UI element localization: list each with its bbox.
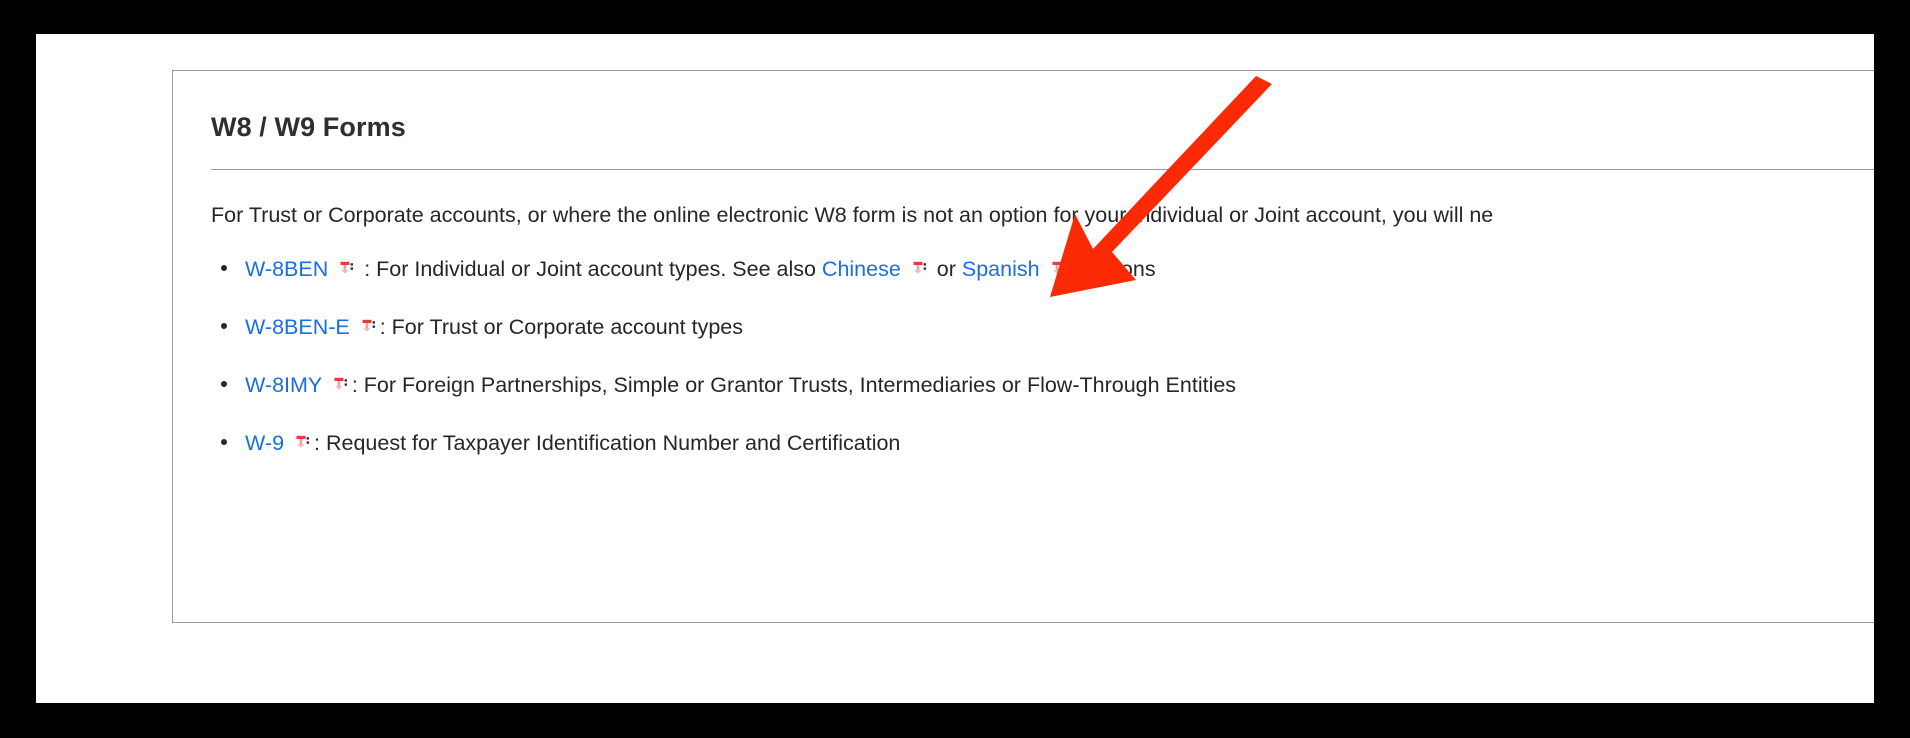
bullet-icon bbox=[221, 380, 227, 387]
link-w-8imy[interactable]: W-8IMY bbox=[245, 373, 322, 397]
bullet-icon bbox=[221, 322, 227, 329]
link-spanish-version[interactable]: Spanish bbox=[962, 257, 1040, 281]
w8-w9-forms-card: W8 / W9 Forms For Trust or Corporate acc… bbox=[172, 70, 1874, 623]
list-item-text: : For Trust or Corporate account types bbox=[379, 314, 743, 339]
list-item-separator: or bbox=[930, 256, 962, 281]
pdf-icon bbox=[912, 261, 927, 276]
bullet-icon bbox=[221, 439, 227, 446]
browser-page-viewport: W8 / W9 Forms For Trust or Corporate acc… bbox=[36, 34, 1874, 703]
list-item-w8ben-e: W-8BEN-E : For Trust or Corporate accoun… bbox=[211, 312, 1874, 343]
title-divider bbox=[211, 169, 1874, 171]
bullet-icon bbox=[221, 264, 227, 271]
pdf-icon bbox=[295, 435, 310, 450]
link-w-8ben[interactable]: W-8BEN bbox=[245, 257, 328, 281]
pdf-icon bbox=[333, 377, 348, 392]
list-item-text: : For Foreign Partnerships, Simple or Gr… bbox=[351, 372, 1237, 397]
link-w-8ben-e[interactable]: W-8BEN-E bbox=[245, 315, 350, 339]
card-content: W8 / W9 Forms For Trust or Corporate acc… bbox=[173, 71, 1874, 459]
pdf-icon bbox=[361, 319, 376, 334]
intro-paragraph: For Trust or Corporate accounts, or wher… bbox=[211, 203, 1494, 228]
list-item-w8ben: W-8BEN : For Individual or Joint account… bbox=[211, 254, 1874, 285]
list-item-text-tail: versions bbox=[1069, 256, 1156, 281]
list-item-text: : Request for Taxpayer Identification Nu… bbox=[314, 431, 901, 456]
list-item-w8imy: W-8IMY : For Foreign Partnerships, Simpl… bbox=[211, 370, 1874, 401]
pdf-icon bbox=[1051, 261, 1066, 276]
link-chinese-version[interactable]: Chinese bbox=[822, 257, 901, 281]
link-w-9[interactable]: W-9 bbox=[245, 431, 284, 455]
list-item-w9: W-9 : Request for Taxpayer Identificatio… bbox=[211, 428, 1874, 459]
forms-list: W-8BEN : For Individual or Joint account… bbox=[211, 254, 1874, 460]
page-title: W8 / W9 Forms bbox=[211, 112, 406, 142]
list-item-text: : For Individual or Joint account types.… bbox=[364, 256, 822, 281]
pdf-icon bbox=[339, 261, 354, 276]
